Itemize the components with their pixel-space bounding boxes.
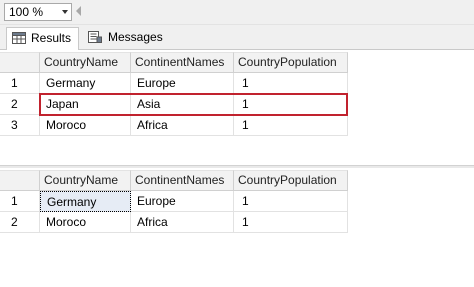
tab-messages[interactable]: Messages	[83, 27, 167, 50]
column-header-countryname[interactable]: CountryName	[40, 170, 131, 191]
zoom-dropdown[interactable]: 100 %	[4, 3, 72, 21]
column-header-continentnames[interactable]: ContinentNames	[131, 52, 234, 73]
grid-icon	[12, 32, 26, 44]
row-number[interactable]: 3	[0, 115, 40, 136]
result-grid-2[interactable]: CountryName ContinentNames CountryPopula…	[0, 168, 474, 287]
cell-continentnames[interactable]: Europe	[131, 73, 234, 94]
messages-icon	[88, 31, 102, 43]
zoom-value: 100 %	[9, 5, 44, 19]
chevron-down-icon[interactable]	[62, 10, 68, 14]
column-header-continentnames[interactable]: ContinentNames	[131, 170, 234, 191]
grid-corner-header[interactable]	[0, 170, 40, 191]
results-tab-strip: Results Messages	[0, 25, 474, 51]
grid-corner-header[interactable]	[0, 52, 40, 73]
column-header-countrypopulation[interactable]: CountryPopulation	[234, 52, 348, 73]
scroll-left-arrow-icon[interactable]	[76, 6, 81, 16]
tab-messages-label: Messages	[108, 30, 163, 44]
cell-continentnames[interactable]: Europe	[131, 191, 234, 212]
cell-countrypopulation[interactable]: 1	[234, 73, 348, 94]
cell-countryname-selected[interactable]: Germany	[40, 191, 131, 212]
tab-results-label: Results	[31, 31, 72, 45]
column-header-countryname[interactable]: CountryName	[40, 52, 131, 73]
zoom-toolbar: 100 %	[0, 0, 474, 25]
cell-continentnames[interactable]: Africa	[131, 115, 234, 136]
row-number[interactable]: 2	[0, 94, 40, 115]
row-number[interactable]: 2	[0, 212, 40, 233]
cell-countryname[interactable]: Germany	[40, 73, 131, 94]
cell-countrypopulation[interactable]: 1	[234, 191, 348, 212]
result-grid-1[interactable]: CountryName ContinentNames CountryPopula…	[0, 50, 474, 167]
row-number[interactable]: 1	[0, 191, 40, 212]
cell-countrypopulation[interactable]: 1	[234, 212, 348, 233]
cell-countrypopulation[interactable]: 1	[234, 115, 348, 136]
row-highlight-box	[39, 93, 348, 116]
tab-results[interactable]: Results	[6, 27, 79, 51]
cell-countryname[interactable]: Moroco	[40, 115, 131, 136]
column-header-countrypopulation[interactable]: CountryPopulation	[234, 170, 348, 191]
cell-continentnames[interactable]: Africa	[131, 212, 234, 233]
cell-countryname[interactable]: Moroco	[40, 212, 131, 233]
row-number[interactable]: 1	[0, 73, 40, 94]
